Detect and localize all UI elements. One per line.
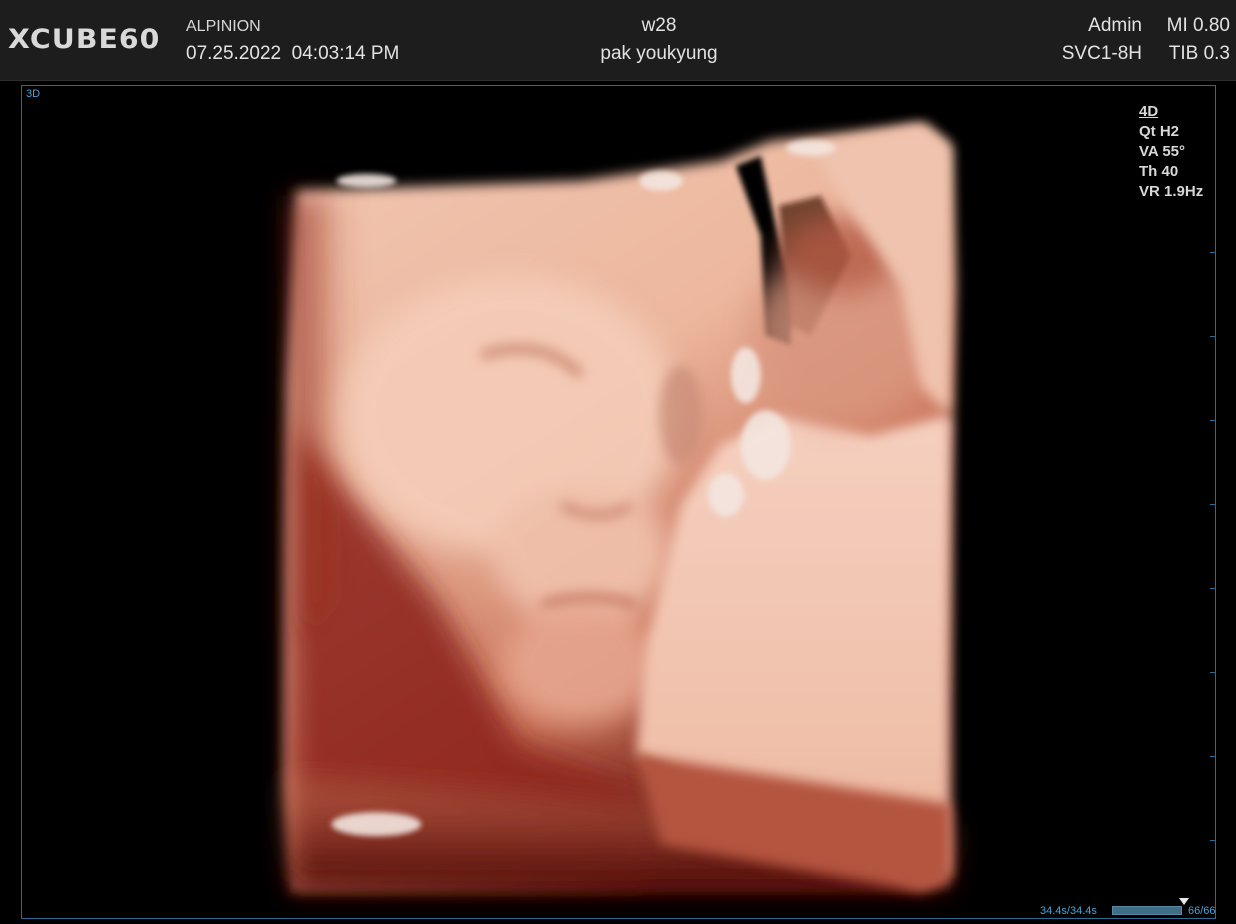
- cine-progress-bar[interactable]: [1112, 906, 1182, 915]
- depth-scale: [1209, 86, 1215, 918]
- patient-name: pak youkyung: [600, 43, 718, 64]
- param-quality: Qt H2: [1139, 123, 1180, 140]
- imaging-parameters: 4D Qt H2 VA 55° Th 40 VR 1.9Hz: [1139, 102, 1203, 202]
- mode-label: 3D: [26, 88, 41, 100]
- gestational-age: w28: [641, 15, 677, 36]
- fetal-3d-render: [283, 123, 956, 893]
- probe-name: SVC1-8H: [1061, 43, 1142, 64]
- param-4d[interactable]: 4D: [1139, 102, 1203, 122]
- cine-position-marker-icon[interactable]: [1179, 898, 1189, 905]
- param-view-angle: VA 55°: [1139, 143, 1186, 160]
- param-threshold: Th 40: [1139, 163, 1179, 180]
- cine-frame-count: 66/66: [1188, 905, 1216, 917]
- param-volume-rate: VR 1.9Hz: [1139, 183, 1204, 200]
- operator-name: Admin: [1088, 15, 1142, 36]
- top-info-bar: XCUBE60 ALPINION 07.25.2022 04:03:14 PM …: [0, 0, 1236, 81]
- cine-time: 34.4s/34.4s: [1040, 905, 1097, 917]
- mechanical-index: MI 0.80: [1166, 15, 1230, 36]
- thermal-index: TIB 0.3: [1168, 43, 1230, 64]
- image-viewport[interactable]: 3D 4D Qt H2 VA 55° Th 40 VR 1.9Hz 34.4s/…: [21, 85, 1216, 919]
